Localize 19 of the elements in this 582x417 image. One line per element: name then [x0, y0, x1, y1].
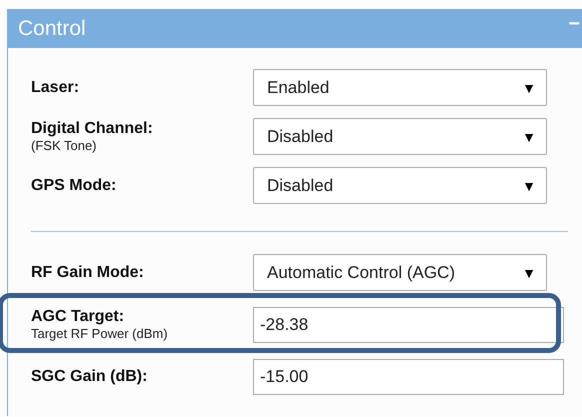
field-label: GPS Mode:: [31, 176, 118, 194]
dropdown[interactable]: Disabled ▼: [253, 118, 547, 155]
dropdown[interactable]: Automatic Control (AGC) ▼: [253, 254, 547, 291]
field-label: AGC Target:: [31, 308, 126, 326]
field-label: SGC Gain (dB):: [31, 368, 148, 386]
dropdown-arrow-icon: ▼: [522, 128, 536, 144]
dropdown-arrow-icon: ▼: [522, 178, 536, 194]
dropdown[interactable]: Disabled ▼: [253, 167, 547, 204]
field-label: Laser:: [31, 78, 80, 96]
field-sublabel: Target RF Power (dBm): [31, 326, 169, 341]
field-label: RF Gain Mode:: [31, 264, 145, 282]
input-field[interactable]: -15.00: [253, 358, 564, 394]
dropdown[interactable]: Enabled ▼: [253, 69, 547, 106]
dropdown-arrow-icon: ▼: [522, 264, 536, 280]
field-label: Digital Channel:: [31, 120, 154, 138]
dropdown-arrow-icon: ▼: [522, 80, 536, 96]
input-field[interactable]: -28.38: [253, 306, 564, 342]
panel-title: Control: [18, 17, 86, 41]
field-sublabel: (FSK Tone): [31, 138, 98, 153]
